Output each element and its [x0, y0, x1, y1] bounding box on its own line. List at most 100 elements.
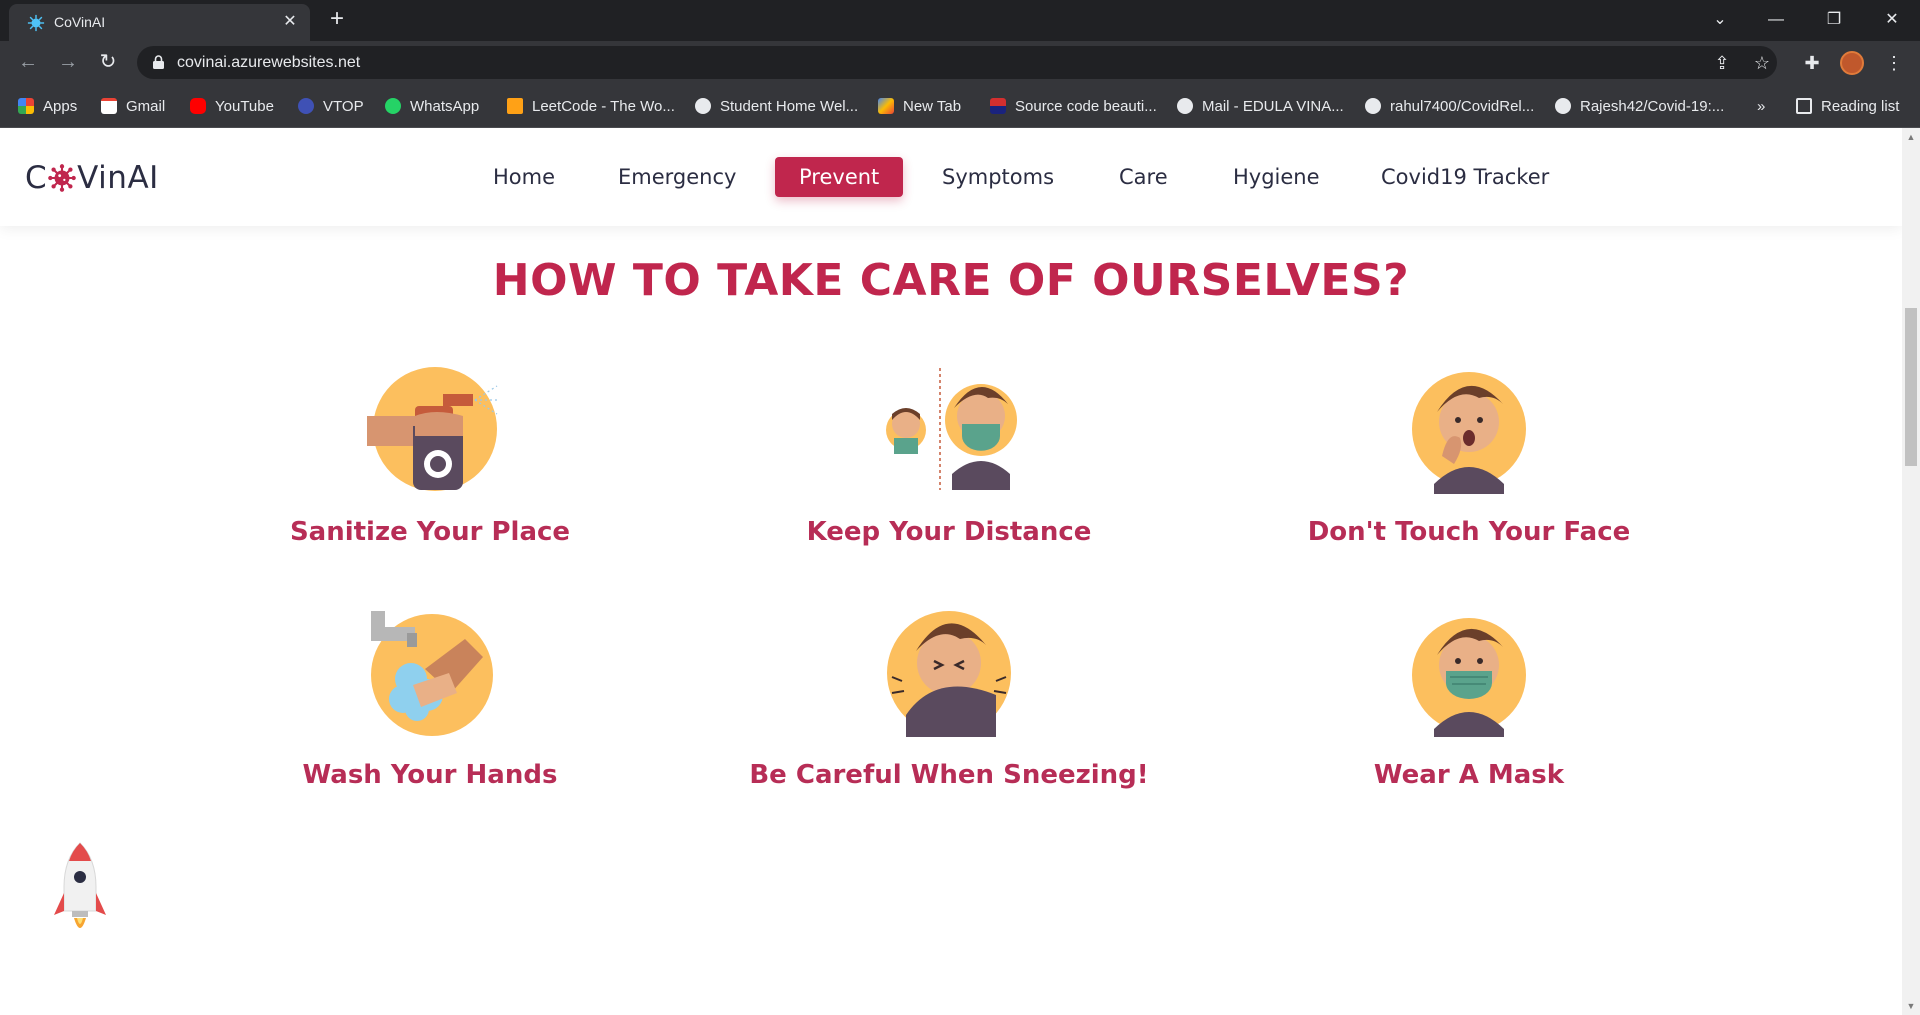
- scroll-up-icon[interactable]: ▲: [1906, 132, 1916, 142]
- reload-button[interactable]: ↻: [96, 50, 120, 74]
- bookmark-label: VTOP: [323, 97, 364, 115]
- card-caption: Wash Your Hands: [302, 760, 558, 790]
- bookmark-label: Apps: [43, 97, 78, 115]
- site-header: C VinAI Home Emergency Prevent Symptoms …: [0, 128, 1902, 226]
- virus-favicon-icon: [27, 14, 45, 32]
- globe-icon: [695, 98, 711, 114]
- card-caption: Sanitize Your Place: [289, 517, 571, 547]
- bookmark-youtube[interactable]: YouTube: [190, 95, 274, 117]
- card-sneezing: Be Careful When Sneezing!: [689, 607, 1209, 790]
- reading-list-label: Reading list: [1821, 97, 1900, 115]
- bookmark-vtop[interactable]: VTOP: [298, 95, 364, 117]
- bookmark-label: New Tab: [903, 97, 962, 115]
- logo-text-suffix: VinAI: [77, 160, 159, 196]
- bookmarks-overflow-icon[interactable]: »: [1757, 95, 1765, 117]
- bookmark-covidrel[interactable]: rahul7400/CovidRel...: [1365, 95, 1534, 117]
- tab-strip: CoVinAI ✕ + ⌄ — ❐ ✕: [0, 0, 1920, 41]
- nav-covid19-tracker[interactable]: Covid19 Tracker: [1381, 157, 1549, 197]
- bookmarks-bar: Apps Gmail YouTube VTOP WhatsApp LeetCod…: [0, 83, 1920, 128]
- tab-close-icon[interactable]: ✕: [280, 12, 300, 32]
- card-caption: Be Careful When Sneezing!: [749, 760, 1149, 790]
- gmail-icon: [101, 98, 117, 114]
- apps-grid-icon: [18, 98, 34, 114]
- rocket-scroll-top-icon[interactable]: [50, 841, 110, 941]
- extensions-icon[interactable]: ✚: [1800, 51, 1824, 75]
- reading-list-icon: [1796, 98, 1812, 114]
- social-distance-icon: [886, 368, 1017, 490]
- bookmark-whatsapp[interactable]: WhatsApp: [385, 95, 479, 117]
- page-content: C VinAI Home Emergency Prevent Symptoms …: [0, 128, 1902, 1015]
- github-icon: [1555, 98, 1571, 114]
- bookmark-rajesh-covid[interactable]: Rajesh42/Covid-19:...: [1555, 95, 1724, 117]
- tab-title: CoVinAI: [54, 14, 106, 30]
- bookmark-label: Source code beauti...: [1015, 97, 1157, 115]
- vtop-icon: [298, 98, 314, 114]
- virus-logo-icon: [48, 164, 76, 192]
- bookmark-label: Rajesh42/Covid-19:...: [1580, 97, 1725, 115]
- whatsapp-icon: [385, 98, 401, 114]
- nav-prevent[interactable]: Prevent: [775, 157, 904, 197]
- card-touch-face: Don't Touch Your Face: [1209, 364, 1729, 547]
- reading-list-button[interactable]: Reading list: [1796, 95, 1899, 117]
- menu-kebab-icon[interactable]: ⋮: [1882, 51, 1906, 75]
- bookmark-apps[interactable]: Apps: [18, 95, 77, 117]
- github-icon: [1365, 98, 1381, 114]
- bookmark-label: Mail - EDULA VINA...: [1202, 97, 1344, 115]
- newtab-icon: [878, 98, 894, 114]
- bookmark-label: LeetCode - The Wo...: [532, 97, 675, 115]
- profile-avatar[interactable]: [1840, 51, 1864, 75]
- bookmark-label: Gmail: [126, 97, 166, 115]
- bookmark-label: rahul7400/CovidRel...: [1390, 97, 1535, 115]
- wash-hands-icon: [371, 611, 493, 736]
- youtube-icon: [190, 98, 206, 114]
- bookmark-label: WhatsApp: [410, 97, 480, 115]
- forward-button[interactable]: →: [56, 50, 80, 74]
- browser-tab[interactable]: CoVinAI ✕: [9, 4, 310, 41]
- bookmark-label: Student Home Wel...: [720, 97, 859, 115]
- minimize-button[interactable]: —: [1748, 0, 1804, 40]
- nav-emergency[interactable]: Emergency: [618, 157, 736, 197]
- bookmark-new-tab[interactable]: New Tab: [878, 95, 961, 117]
- nav-home[interactable]: Home: [493, 157, 555, 197]
- bookmark-source-code[interactable]: Source code beauti...: [990, 95, 1157, 117]
- lock-icon: [153, 55, 164, 69]
- card-distance: Keep Your Distance: [689, 364, 1209, 547]
- tab-search-icon[interactable]: ⌄: [1692, 0, 1748, 40]
- browser-chrome: CoVinAI ✕ + ⌄ — ❐ ✕ ← → ↻ covinai.azurew…: [0, 0, 1920, 128]
- card-sanitize: Sanitize Your Place: [170, 364, 690, 547]
- scroll-down-icon[interactable]: ▼: [1906, 1001, 1916, 1011]
- leetcode-icon: [507, 98, 523, 114]
- new-tab-button[interactable]: +: [326, 7, 348, 31]
- nav-hygiene[interactable]: Hygiene: [1233, 157, 1320, 197]
- back-button[interactable]: ←: [16, 50, 40, 74]
- nav-care[interactable]: Care: [1119, 157, 1168, 197]
- face-mask-icon: [1412, 618, 1526, 737]
- globe-icon: [1177, 98, 1193, 114]
- site-logo[interactable]: C VinAI: [25, 156, 159, 200]
- section-title: HOW TO TAKE CARE OF OURSELVES?: [492, 255, 1410, 306]
- url-text: covinai.azurewebsites.net: [177, 54, 361, 71]
- address-bar[interactable]: covinai.azurewebsites.net ⇪ ☆: [137, 46, 1777, 79]
- source-code-icon: [990, 98, 1006, 114]
- card-caption: Don't Touch Your Face: [1307, 517, 1631, 547]
- bookmark-student-home[interactable]: Student Home Wel...: [695, 95, 858, 117]
- bookmark-label: YouTube: [215, 97, 274, 115]
- card-caption: Wear A Mask: [1373, 760, 1565, 790]
- restore-button[interactable]: ❐: [1806, 0, 1862, 40]
- card-wash-hands: Wash Your Hands: [170, 607, 690, 790]
- logo-text-prefix: C: [25, 160, 48, 196]
- bookmark-leetcode[interactable]: LeetCode - The Wo...: [507, 95, 675, 117]
- browser-toolbar: ← → ↻ covinai.azurewebsites.net ⇪ ☆ ✚ ⋮: [0, 41, 1920, 83]
- bookmark-star-icon[interactable]: ☆: [1751, 52, 1773, 74]
- share-icon[interactable]: ⇪: [1711, 52, 1733, 74]
- scroll-thumb[interactable]: [1905, 308, 1917, 466]
- nav-symptoms[interactable]: Symptoms: [942, 157, 1054, 197]
- card-caption: Keep Your Distance: [806, 517, 1092, 547]
- spray-bottle-icon: [367, 367, 500, 491]
- touch-face-icon: [1412, 372, 1526, 494]
- close-window-button[interactable]: ✕: [1864, 0, 1920, 40]
- card-wear-mask: Wear A Mask: [1209, 607, 1729, 790]
- bookmark-mail-edula[interactable]: Mail - EDULA VINA...: [1177, 95, 1344, 117]
- page-scrollbar[interactable]: ▲ ▼: [1902, 128, 1920, 1015]
- bookmark-gmail[interactable]: Gmail: [101, 95, 165, 117]
